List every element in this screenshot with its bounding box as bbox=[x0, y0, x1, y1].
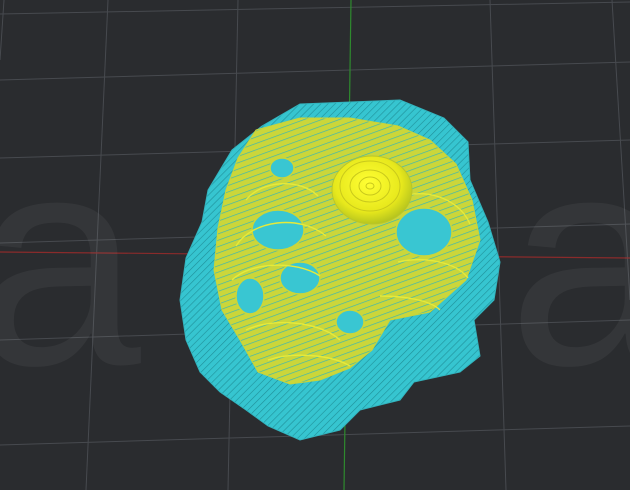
scene-canvas[interactable] bbox=[0, 0, 630, 490]
3d-viewport[interactable]: a a bbox=[0, 0, 630, 490]
